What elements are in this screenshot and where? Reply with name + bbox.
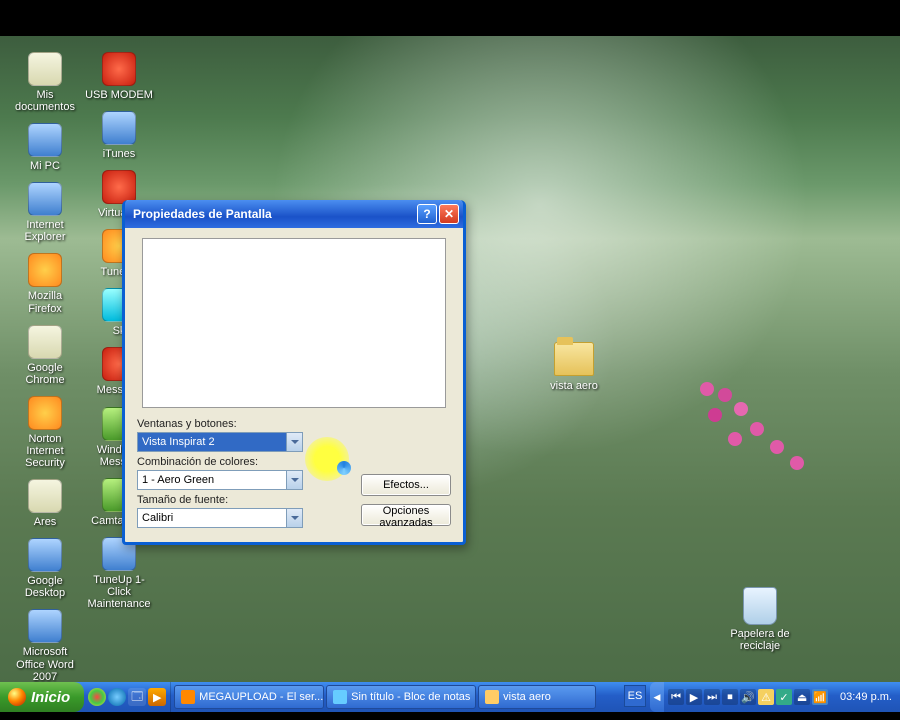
ff-icon bbox=[28, 253, 62, 287]
windows-buttons-label: Ventanas y botones: bbox=[137, 418, 451, 430]
taskbar: Inicio 🗔 ▶ MEGAUPLOAD - El ser... Sin tít… bbox=[0, 682, 900, 712]
norton-icon bbox=[28, 396, 62, 430]
style-select[interactable]: Vista Inspirat 2 bbox=[137, 432, 303, 452]
desktop-icon-ie[interactable]: Internet Explorer bbox=[10, 182, 80, 243]
desktop-icon-label: iTunes bbox=[103, 148, 136, 160]
windows-logo-icon bbox=[8, 688, 26, 706]
quick-launch: 🗔 ▶ bbox=[84, 682, 171, 712]
tray-icon[interactable]: ✓ bbox=[776, 689, 792, 705]
itunes-icon bbox=[102, 111, 136, 145]
word-icon bbox=[28, 609, 62, 643]
color-scheme-label: Combinación de colores: bbox=[137, 456, 451, 468]
desktop-folder-vista-aero[interactable]: vista aero bbox=[534, 342, 614, 392]
desktop-icon-usb[interactable]: USB MODEM bbox=[84, 52, 154, 101]
chevron-down-icon[interactable] bbox=[286, 471, 302, 489]
busy-cursor-icon bbox=[337, 461, 351, 475]
desktop-icon-itunes[interactable]: iTunes bbox=[84, 111, 154, 160]
docs-icon bbox=[28, 52, 62, 86]
theme-preview bbox=[142, 238, 446, 408]
desktop-icon-word[interactable]: Microsoft Office Word 2007 bbox=[10, 609, 80, 682]
tray-expand-icon[interactable]: ◀ bbox=[650, 682, 664, 712]
style-select-value: Vista Inspirat 2 bbox=[138, 433, 286, 451]
task-icon bbox=[333, 690, 347, 704]
ie-icon bbox=[28, 182, 62, 216]
desktop-icon-label: Ares bbox=[34, 516, 57, 528]
recycle-bin-icon bbox=[743, 587, 777, 625]
ql-show-desktop-icon[interactable]: 🗔 bbox=[128, 688, 146, 706]
tray-icon[interactable]: ⚠ bbox=[758, 689, 774, 705]
tray-icon[interactable]: 📶 bbox=[812, 689, 828, 705]
task-label: Sin título - Bloc de notas bbox=[351, 691, 470, 703]
ares-icon bbox=[28, 479, 62, 513]
desktop-icon-label: Mi PC bbox=[30, 160, 60, 172]
desktop-icon-label: Norton Internet Security bbox=[10, 433, 80, 469]
recycle-bin[interactable]: Papelera de reciclaje bbox=[720, 587, 800, 652]
gd-icon bbox=[28, 538, 62, 572]
display-properties-dialog: Propiedades de Pantalla ? ✕ Ventanas y b… bbox=[122, 200, 466, 545]
folder-icon bbox=[554, 342, 594, 376]
taskbar-task[interactable]: vista aero bbox=[478, 685, 596, 709]
desktop-icon-label: Google Desktop bbox=[10, 575, 80, 599]
task-icon bbox=[181, 690, 195, 704]
ql-media-icon[interactable]: ▶ bbox=[148, 688, 166, 706]
recycle-bin-label: Papelera de reciclaje bbox=[720, 628, 800, 652]
tray-icon[interactable]: ⏭ bbox=[704, 689, 720, 705]
taskbar-task[interactable]: Sin título - Bloc de notas bbox=[326, 685, 476, 709]
task-label: MEGAUPLOAD - El ser... bbox=[199, 691, 323, 703]
task-icon bbox=[485, 690, 499, 704]
desktop-icon-docs[interactable]: Mis documentos bbox=[10, 52, 80, 113]
task-label: vista aero bbox=[503, 691, 551, 703]
advanced-options-button[interactable]: Opciones avanzadas bbox=[361, 504, 451, 526]
system-tray: ⏮ ▶ ⏭ ⏹ 🔊 ⚠ ✓ ⏏ 📶 bbox=[664, 682, 832, 712]
folder-label: vista aero bbox=[534, 380, 614, 392]
desktop-icon-label: Google Chrome bbox=[10, 362, 80, 386]
start-button[interactable]: Inicio bbox=[0, 682, 84, 712]
desktop-icon-tuneup2[interactable]: TuneUp 1-Click Maintenance bbox=[84, 537, 154, 610]
ql-chrome-icon[interactable] bbox=[88, 688, 106, 706]
desktop-icon-label: TuneUp 1-Click Maintenance bbox=[84, 574, 154, 610]
tray-icon[interactable]: ⏮ bbox=[668, 689, 684, 705]
tray-icon[interactable]: ⏏ bbox=[794, 689, 810, 705]
pc-icon bbox=[28, 123, 62, 157]
effects-button[interactable]: Efectos... bbox=[361, 474, 451, 496]
chevron-down-icon[interactable] bbox=[286, 509, 302, 527]
desktop-icon-label: Mis documentos bbox=[10, 89, 80, 113]
usb-icon bbox=[102, 52, 136, 86]
help-button[interactable]: ? bbox=[417, 204, 437, 224]
task-buttons: MEGAUPLOAD - El ser... Sin título - Bloc … bbox=[171, 682, 620, 712]
color-select[interactable]: 1 - Aero Green bbox=[137, 470, 303, 490]
desktop-icon-label: USB MODEM bbox=[85, 89, 153, 101]
font-select[interactable]: Calibri bbox=[137, 508, 303, 528]
desktop-icon-label: Microsoft Office Word 2007 bbox=[10, 646, 80, 682]
chrome-icon bbox=[28, 325, 62, 359]
desktop-icon-ff[interactable]: Mozilla Firefox bbox=[10, 253, 80, 314]
titlebar[interactable]: Propiedades de Pantalla ? ✕ bbox=[125, 200, 463, 228]
taskbar-clock[interactable]: 03:49 p.m. bbox=[832, 682, 900, 712]
dialog-title: Propiedades de Pantalla bbox=[133, 207, 415, 221]
desktop-icon-gd[interactable]: Google Desktop bbox=[10, 538, 80, 599]
tray-icon[interactable]: ⏹ bbox=[722, 689, 738, 705]
tray-icon[interactable]: ▶ bbox=[686, 689, 702, 705]
tray-icon[interactable]: 🔊 bbox=[740, 689, 756, 705]
desktop-icon-norton[interactable]: Norton Internet Security bbox=[10, 396, 80, 469]
desktop-icon-label: Internet Explorer bbox=[10, 219, 80, 243]
start-label: Inicio bbox=[31, 689, 70, 706]
close-button[interactable]: ✕ bbox=[439, 204, 459, 224]
color-select-value: 1 - Aero Green bbox=[138, 471, 286, 489]
language-indicator[interactable]: ES bbox=[624, 685, 646, 707]
desktop-icon-pc[interactable]: Mi PC bbox=[10, 123, 80, 172]
taskbar-task[interactable]: MEGAUPLOAD - El ser... bbox=[174, 685, 324, 709]
desktop-icon-ares[interactable]: Ares bbox=[10, 479, 80, 528]
desktop-icon-label: Mozilla Firefox bbox=[10, 290, 80, 314]
ql-ie-icon[interactable] bbox=[108, 688, 126, 706]
desktop-icon-chrome[interactable]: Google Chrome bbox=[10, 325, 80, 386]
chevron-down-icon[interactable] bbox=[286, 433, 302, 451]
font-select-value: Calibri bbox=[138, 509, 286, 527]
